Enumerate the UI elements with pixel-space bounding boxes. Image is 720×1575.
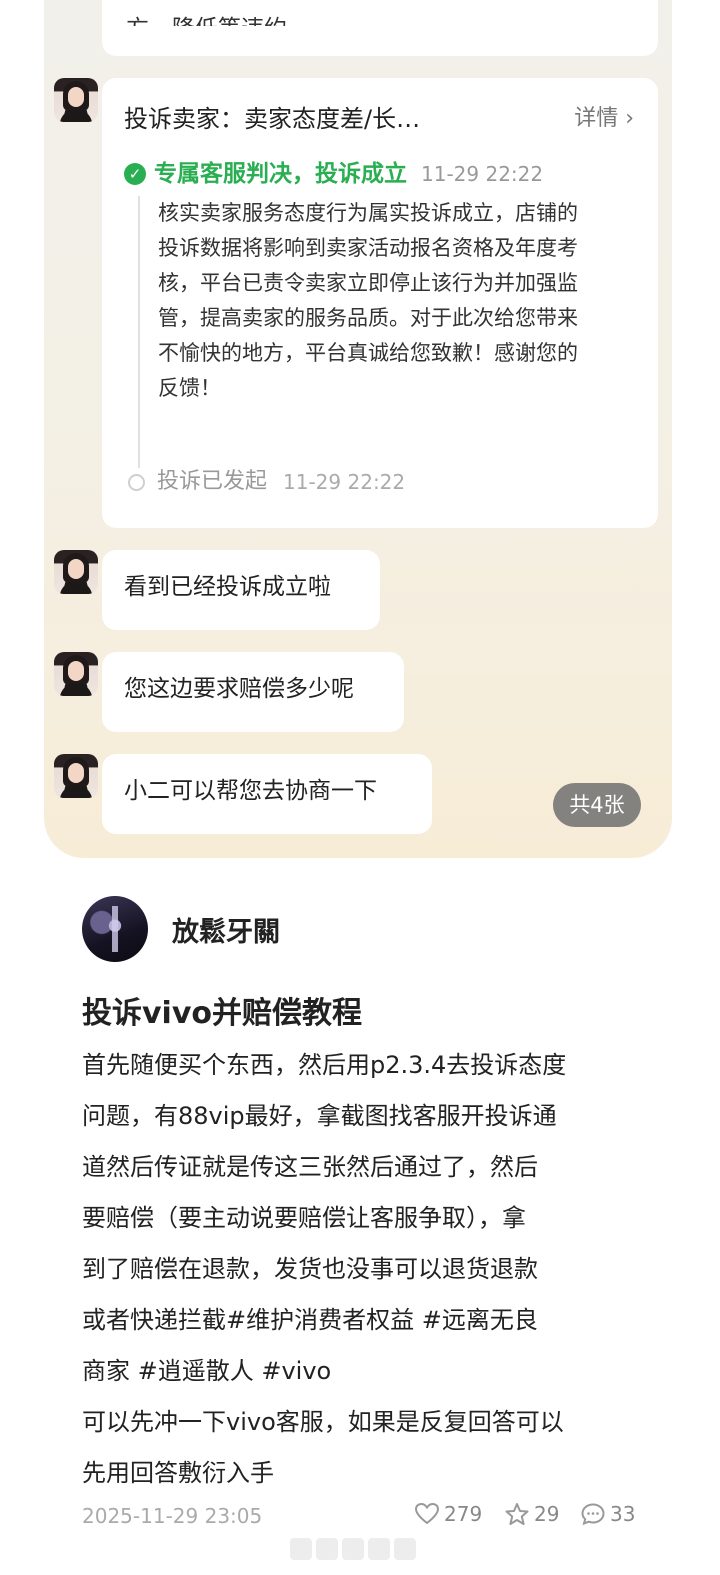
post-date: 2025-11-29 23:05 (82, 1504, 263, 1528)
post-body-line: 道然后传证就是传这三张然后通过了，然后 (82, 1153, 538, 1181)
post-footer: 2025-11-29 23:05 279 29 33 (82, 1502, 638, 1534)
author-name[interactable]: 放鬆牙關 (172, 910, 280, 949)
post-body-line: 先用回答敷衍入手 (82, 1459, 274, 1487)
post-body-line: 可以先冲一下vivo客服，如果是反复回答可以 (82, 1408, 564, 1436)
watermark (290, 1538, 430, 1568)
post-body-line: 要赔偿（要主动说要赔偿让客服争取），拿 (82, 1204, 526, 1232)
like-count: 279 (444, 1502, 483, 1526)
status-description: 核实卖家服务态度行为属实投诉成立，店铺的投诉数据将影响到卖家活动报名资格及年度考… (158, 201, 578, 400)
post-body-line: 首先随便买个东西，然后用p2.3.4去投诉态度 (82, 1051, 567, 1079)
star-icon (505, 1503, 529, 1525)
message-bubble: 您这边要求赔偿多少呢 (102, 652, 404, 732)
comment-icon (581, 1503, 605, 1526)
post-body: 首先随便买个东西，然后用p2.3.4去投诉态度 问题，有88vip最好，拿截图找… (82, 1040, 652, 1499)
post-image[interactable]: 方，降低等违约。 投诉卖家：卖家态度差/长… 详情 › ✓ 专属客服判决，投诉成… (44, 0, 672, 858)
heart-icon (414, 1502, 440, 1525)
message-bubble-cropped: 方，降低等违约。 (102, 0, 658, 56)
sent-row: 投诉已发起 11-29 22:22 (128, 466, 405, 498)
comment-button[interactable]: 33 (580, 1502, 635, 1526)
agent-avatar (54, 550, 98, 594)
message-text: 您这边要求赔偿多少呢 (124, 676, 354, 702)
agent-avatar (54, 652, 98, 696)
complaint-title: 投诉卖家：卖家态度差/长… (124, 105, 421, 133)
status-time: 11-29 22:22 (421, 162, 544, 186)
author-avatar[interactable] (82, 896, 148, 962)
favorite-count: 29 (534, 1502, 560, 1526)
sent-time: 11-29 22:22 (283, 470, 406, 494)
message-text: 看到已经投诉成立啦 (124, 574, 331, 600)
message-bubble: 小二可以帮您去协商一下 (102, 754, 432, 834)
post-body-line: 到了赔偿在退款，发货也没事可以退货退款 (82, 1255, 538, 1283)
favorite-button[interactable]: 29 (504, 1502, 559, 1526)
image-count-badge[interactable]: 共4张 (553, 783, 641, 827)
message-bubble: 看到已经投诉成立啦 (102, 550, 380, 630)
post-body-line: 问题，有88vip最好，拿截图找客服开投诉通 (82, 1102, 557, 1130)
post-title: 投诉vivo并赔偿教程 (82, 996, 363, 1031)
check-circle-icon: ✓ (124, 163, 146, 185)
complaint-card: 投诉卖家：卖家态度差/长… 详情 › ✓ 专属客服判决，投诉成立 11-29 2… (102, 78, 658, 528)
timeline-line (138, 196, 140, 468)
agent-avatar (54, 754, 98, 798)
post-body-line: 或者快递拦截#维护消费者权益 #远离无良 (82, 1306, 538, 1334)
comment-count: 33 (610, 1502, 636, 1526)
cropped-message-text: 方，降低等违约。 (126, 14, 310, 26)
agent-avatar (54, 78, 98, 122)
status-row: ✓ 专属客服判决，投诉成立 11-29 22:22 (124, 158, 543, 190)
post-body-line: 商家 #逍遥散人 #vivo (82, 1357, 332, 1385)
message-text: 小二可以帮您去协商一下 (124, 778, 377, 804)
status-label: 专属客服判决，投诉成立 (154, 161, 407, 187)
sent-label: 投诉已发起 (157, 469, 268, 494)
detail-link[interactable]: 详情 › (574, 102, 634, 136)
hollow-circle-icon (128, 473, 145, 491)
like-button[interactable]: 279 (414, 1502, 482, 1526)
